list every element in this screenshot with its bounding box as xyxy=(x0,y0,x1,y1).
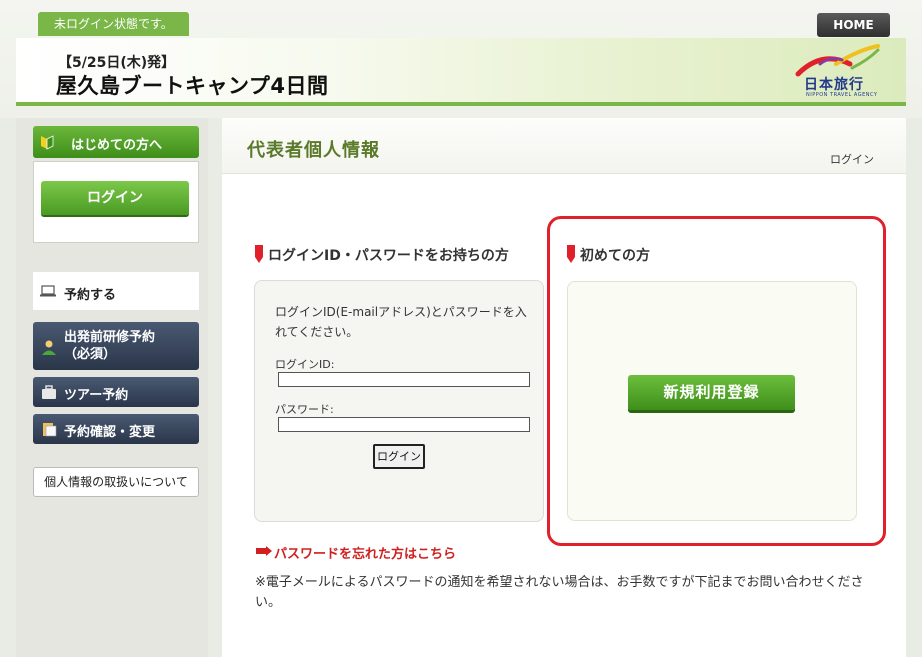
first-time-guide-button[interactable]: はじめての方へ xyxy=(33,126,199,158)
reserve-heading: 予約する xyxy=(33,272,199,310)
person-icon xyxy=(42,340,56,355)
login-description: ログインID(E-mailアドレス)とパスワードを入れてください。 xyxy=(275,305,527,339)
privacy-policy-link[interactable]: 個人情報の取扱いについて xyxy=(33,467,199,497)
section-marker-icon xyxy=(255,245,263,263)
breadcrumb: ログイン xyxy=(830,153,874,166)
laptop-icon xyxy=(40,285,56,297)
clipboard-icon xyxy=(43,423,57,437)
tour-reservation-label: ツアー予約 xyxy=(64,388,129,403)
sidebar-item-reservation-confirm[interactable]: 予約確認・変更 xyxy=(33,414,199,444)
password-input[interactable] xyxy=(278,417,530,432)
tour-date: 【5/25日(木)発】 xyxy=(58,55,176,71)
login-submit-button[interactable]: ログイン xyxy=(373,444,425,469)
new-registration-button[interactable]: 新規利用登録 xyxy=(628,375,795,410)
beginner-mark-icon xyxy=(41,135,54,150)
section-marker-icon xyxy=(567,245,575,263)
login-status-badge: 未ログイン状態です。 xyxy=(38,12,189,36)
logo-subtext: NIPPON TRAVEL AGENCY xyxy=(806,92,878,98)
suitcase-icon xyxy=(42,385,56,399)
has-account-heading: ログインID・パスワードをお持ちの方 xyxy=(268,248,509,264)
login-id-input[interactable] xyxy=(278,372,530,387)
password-notice-text: ※電子メールによるパスワードの通知を希望されない場合は、お手数ですが下記までお問… xyxy=(255,575,864,610)
training-label-line1: 出発前研修予約 xyxy=(64,330,156,345)
first-time-label: はじめての方へ xyxy=(71,138,163,153)
training-label-line2: （必須） xyxy=(64,347,117,362)
first-time-heading: 初めての方 xyxy=(580,248,650,264)
password-label: パスワード: xyxy=(275,403,334,416)
page-title: 代表者個人情報 xyxy=(247,140,380,161)
sidebar-item-training-reservation[interactable]: 出発前研修予約 （必須） xyxy=(33,322,199,370)
sidebar-item-tour-reservation[interactable]: ツアー予約 xyxy=(33,377,199,407)
logo-text: 日本旅行 xyxy=(804,77,864,93)
sidebar-login-button[interactable]: ログイン xyxy=(41,181,189,215)
training-label: 出発前研修予約 （必須） xyxy=(64,329,155,363)
reserve-heading-label: 予約する xyxy=(64,288,117,303)
arrow-right-icon xyxy=(256,546,272,556)
tour-title: 屋久島ブートキャンプ4日間 xyxy=(56,74,329,98)
reservation-confirm-label: 予約確認・変更 xyxy=(64,425,156,440)
home-button[interactable]: HOME xyxy=(817,13,890,37)
forgot-password-label: パスワードを忘れた方はこちら xyxy=(274,547,457,562)
login-id-label: ログインID: xyxy=(275,358,335,371)
